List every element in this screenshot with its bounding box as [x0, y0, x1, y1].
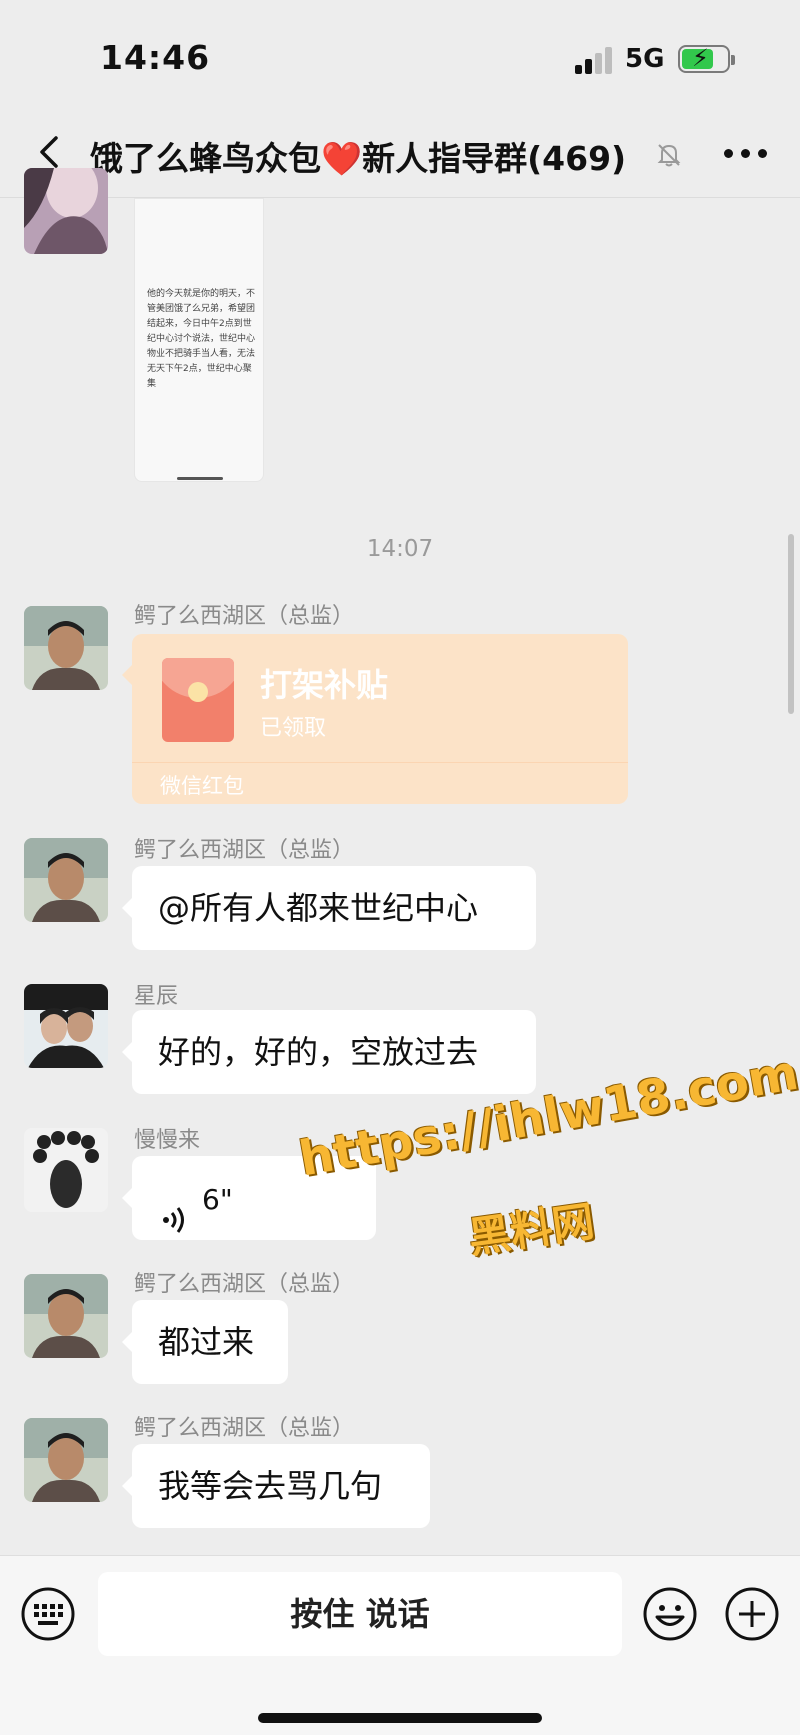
chat-title: 饿了么蜂鸟众包❤️新人指导群(469) — [90, 132, 626, 180]
image-message[interactable]: 他的今天就是你的明天，不管美团饿了么兄弟，希望团结起来，今日中午2点到世纪中心讨… — [134, 198, 264, 482]
sender-name: 星辰 — [134, 984, 179, 1009]
home-indicator[interactable] — [258, 1713, 542, 1723]
avatar[interactable] — [24, 1274, 108, 1358]
sender-name: 鳄了么西湖区（总监） — [134, 1272, 355, 1297]
chat-title-prefix: 饿了么蜂鸟众包 — [90, 139, 321, 178]
avatar[interactable] — [24, 606, 108, 690]
keyboard-icon[interactable] — [20, 1586, 76, 1642]
chat-header: 饿了么蜂鸟众包❤️新人指导群(469) — [0, 110, 800, 198]
avatar[interactable] — [24, 984, 108, 1068]
avatar[interactable] — [24, 168, 108, 254]
plus-icon[interactable] — [724, 1586, 780, 1642]
sender-name: 鳄了么西湖区（总监） — [134, 604, 355, 629]
image-message-text: 他的今天就是你的明天，不管美团饿了么兄弟，希望团结起来，今日中午2点到世纪中心讨… — [147, 289, 256, 389]
avatar[interactable] — [24, 1128, 108, 1212]
battery-charging-icon: ⚡ — [678, 44, 735, 73]
heart-emoji: ❤️ — [321, 139, 363, 178]
text-message[interactable]: 都过来 — [122, 1300, 288, 1384]
scrollbar[interactable] — [788, 534, 794, 714]
red-packet-title: 打架补贴 — [260, 666, 389, 704]
voice-duration: 6" — [202, 1183, 233, 1216]
status-time: 14:46 — [100, 38, 211, 77]
member-count: (469) — [527, 139, 627, 178]
sender-name: 鳄了么西湖区（总监） — [134, 838, 355, 863]
sender-name: 慢慢来 — [134, 1128, 201, 1153]
network-type: 5G — [625, 44, 665, 74]
avatar[interactable] — [24, 838, 108, 922]
red-packet-footer: 微信红包 — [160, 774, 244, 798]
red-envelope-icon — [162, 658, 234, 742]
avatar[interactable] — [24, 1418, 108, 1502]
text-message[interactable]: @所有人都来世纪中心 — [122, 866, 536, 950]
emoji-icon[interactable] — [642, 1586, 698, 1642]
input-bar: 按住 说话 — [0, 1555, 800, 1735]
time-separator: 14:07 — [366, 536, 434, 562]
more-dots-icon[interactable] — [722, 138, 770, 168]
text-message[interactable]: 我等会去骂几句 — [122, 1444, 430, 1528]
watermark-label: 黑料网 — [465, 1196, 598, 1263]
red-packet-status: 已领取 — [260, 716, 327, 741]
chat-title-suffix: 新人指导群 — [362, 139, 528, 178]
red-packet-message[interactable]: 打架补贴 已领取 微信红包 — [122, 634, 628, 804]
text-message[interactable]: 好的，好的，空放过去 — [122, 1010, 536, 1094]
signal-icon — [575, 46, 615, 74]
hold-to-talk-button[interactable]: 按住 说话 — [98, 1572, 622, 1656]
status-bar: 14:46 5G ⚡ — [0, 0, 800, 110]
voice-wave-icon — [162, 1182, 188, 1233]
sender-name: 鳄了么西湖区（总监） — [134, 1416, 355, 1441]
mute-bell-icon — [654, 140, 684, 170]
